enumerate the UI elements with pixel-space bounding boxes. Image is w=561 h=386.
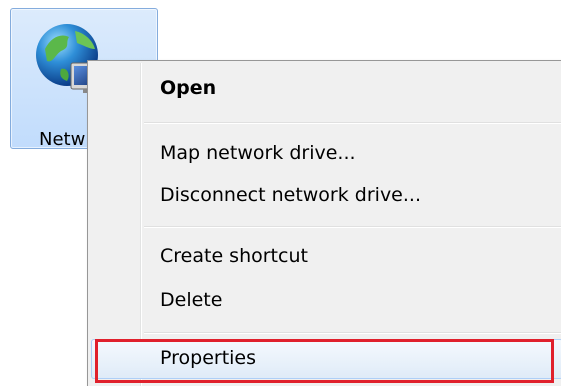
context-menu: Open Map network drive... Disconnect net… [87,60,561,386]
menu-separator [144,122,561,124]
menu-item-open[interactable]: Open [91,69,561,109]
menu-item-create-shortcut[interactable]: Create shortcut [91,237,561,277]
desktop: Netw Open Map network drive... Disconnec… [0,0,561,386]
menu-item-properties[interactable]: Properties [91,339,561,379]
menu-item-label: Map network drive... [160,142,356,164]
menu-item-label: Open [160,77,217,99]
menu-item-label: Create shortcut [160,245,308,267]
menu-item-delete[interactable]: Delete [91,281,561,321]
menu-gutter [140,63,142,386]
menu-item-disconnect-network-drive[interactable]: Disconnect network drive... [91,176,561,216]
menu-item-map-network-drive[interactable]: Map network drive... [91,134,561,174]
menu-separator [144,226,561,228]
menu-item-label: Disconnect network drive... [160,184,421,206]
menu-item-label: Properties [160,347,257,369]
menu-item-label: Delete [160,289,223,311]
menu-separator [144,332,561,334]
